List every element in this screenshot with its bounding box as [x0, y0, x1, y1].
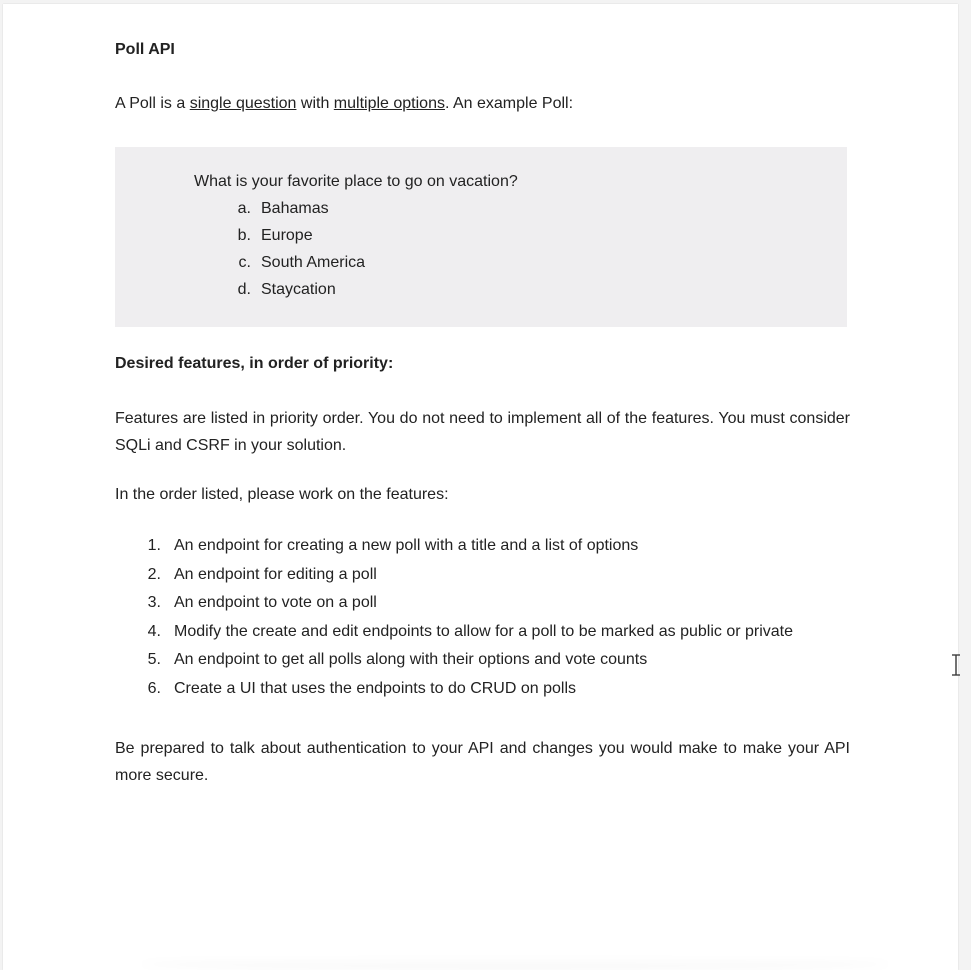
intro-prefix: A Poll is a: [115, 95, 190, 112]
features-heading: Desired features, in order of priority:: [115, 355, 394, 372]
feature-list: 1. An endpoint for creating a new poll wi…: [115, 537, 855, 709]
option-text: Staycation: [261, 281, 336, 298]
feature-number: 3.: [147, 594, 161, 612]
option-letter: a.: [237, 200, 251, 217]
order-paragraph: In the order listed, please work on the …: [115, 486, 449, 503]
option-text: South America: [261, 254, 366, 271]
feature-number: 5.: [147, 651, 161, 669]
feature-text: Modify the create and edit endpoints to …: [174, 622, 794, 640]
list-item: 3. An endpoint to vote on a poll: [115, 594, 855, 623]
text-cursor-icon: [952, 654, 960, 676]
list-item: c. South America: [215, 254, 366, 281]
list-item: 5. An endpoint to get all polls along wit…: [115, 651, 855, 680]
feature-number: 1.: [147, 537, 161, 554]
list-item: 1. An endpoint for creating a new poll wi…: [115, 537, 855, 566]
feature-text: An endpoint to get all polls along with …: [174, 651, 648, 669]
option-letter: d.: [237, 281, 251, 298]
example-question: What is your favorite place to go on vac…: [194, 173, 518, 190]
feature-text: An endpoint for editing a poll: [174, 565, 377, 583]
feature-text: Create a UI that uses the endpoints to d…: [174, 679, 576, 697]
intro-paragraph: A Poll is a single question with multipl…: [115, 95, 573, 113]
feature-number: 4.: [147, 622, 161, 640]
list-item: d. Staycation: [215, 281, 365, 308]
intro-underline-single-question: single question: [189, 95, 297, 112]
closing-paragraph: Be prepared to talk about authentication…: [115, 740, 850, 784]
list-item: 4. Modify the create and edit endpoints t…: [115, 623, 855, 652]
example-options-list: a. Bahamas b. Europe c. South America d. Sta…: [215, 200, 365, 308]
page-title: Poll API: [115, 41, 175, 58]
list-item: b. Europe: [215, 227, 365, 254]
feature-number: 6.: [147, 679, 161, 697]
intro-underline-multiple-options: multiple options: [333, 95, 445, 112]
option-text: Europe: [261, 227, 313, 244]
document-viewport[interactable]: Poll API A Poll is a single question wit…: [0, 0, 971, 970]
list-item: 6. Create a UI that uses the endpoints to…: [115, 680, 855, 709]
example-poll-box: What is your favorite place to go on vac…: [115, 147, 847, 327]
option-letter: b.: [237, 227, 251, 244]
feature-text: An endpoint to vote on a poll: [174, 594, 377, 612]
option-letter: c.: [238, 254, 251, 271]
feature-text: An endpoint for creating a new poll with…: [174, 537, 639, 554]
list-item: 2. An endpoint for editing a poll: [115, 566, 855, 595]
features-paragraph: Features are listed in priority order. Y…: [115, 410, 850, 454]
intro-suffix: . An example Poll:: [444, 95, 574, 112]
document-page[interactable]: Poll API A Poll is a single question wit…: [3, 4, 958, 970]
page-bottom-shadow: [140, 958, 890, 970]
list-item: a. Bahamas: [215, 200, 365, 227]
intro-middle: with: [296, 95, 334, 112]
feature-number: 2.: [147, 565, 161, 583]
option-text: Bahamas: [261, 200, 329, 217]
